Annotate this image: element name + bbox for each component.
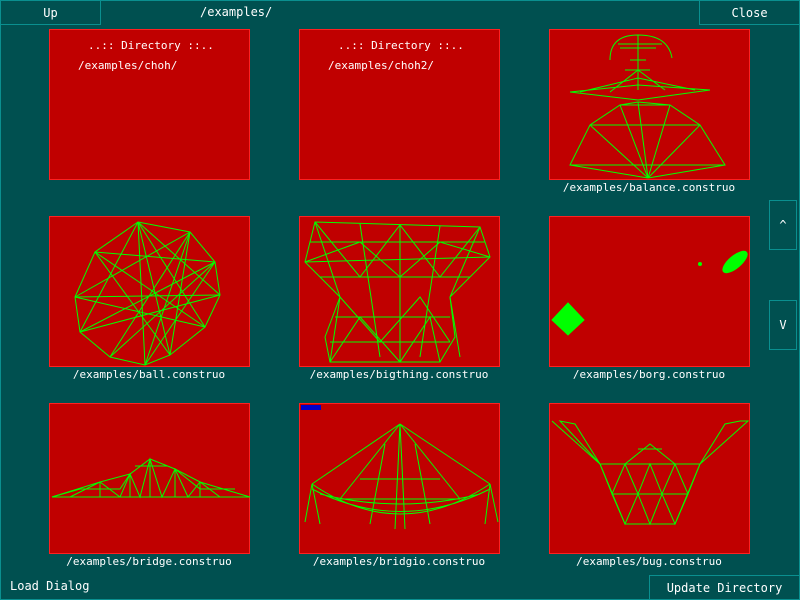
close-button[interactable]: Close (699, 0, 800, 25)
file-caption: /examples/ball.construo (72, 368, 226, 381)
scroll-down-button[interactable]: V (769, 300, 797, 350)
directory-path: /examples/choh2/ (328, 59, 434, 72)
directory-tile-choh[interactable]: ..:: Directory ::.. /examples/choh/ (49, 29, 250, 180)
bridgio-preview (301, 405, 499, 530)
file-caption: /examples/balance.construo (562, 181, 736, 194)
directory-path: /examples/choh/ (78, 59, 178, 72)
file-tile-bridgio[interactable] (299, 403, 500, 554)
directory-header: ..:: Directory ::.. (338, 39, 464, 52)
bug-preview (551, 420, 750, 526)
selection-marker (301, 405, 321, 410)
file-tile-balance[interactable] (549, 29, 750, 180)
file-tile-ball[interactable] (49, 216, 250, 367)
update-directory-button[interactable]: Update Directory (649, 575, 800, 600)
file-caption: /examples/borg.construo (572, 368, 726, 381)
file-tile-bigthing[interactable] (299, 216, 500, 367)
file-caption: /examples/bigthing.construo (309, 368, 489, 381)
ball-preview (74, 221, 221, 366)
scroll-up-button[interactable]: ^ (769, 200, 797, 250)
file-caption: /examples/bridgio.construo (312, 555, 486, 568)
directory-header: ..:: Directory ::.. (88, 39, 214, 52)
current-path: /examples/ (200, 5, 273, 19)
file-tile-bridge[interactable] (49, 403, 251, 554)
borg-preview (551, 250, 748, 336)
file-tile-bug[interactable] (549, 403, 750, 554)
directory-tile-choh2[interactable]: ..:: Directory ::.. /examples/choh2/ (299, 29, 500, 180)
bridge-preview (51, 457, 251, 499)
bigthing-preview (304, 221, 491, 363)
file-tile-borg[interactable] (549, 216, 750, 367)
balance-preview (569, 34, 726, 179)
file-caption: /examples/bridge.construo (66, 555, 232, 568)
dialog-title: Load Dialog (10, 579, 90, 593)
up-button[interactable]: Up (0, 0, 101, 25)
file-caption: /examples/bug.construo (576, 555, 722, 568)
